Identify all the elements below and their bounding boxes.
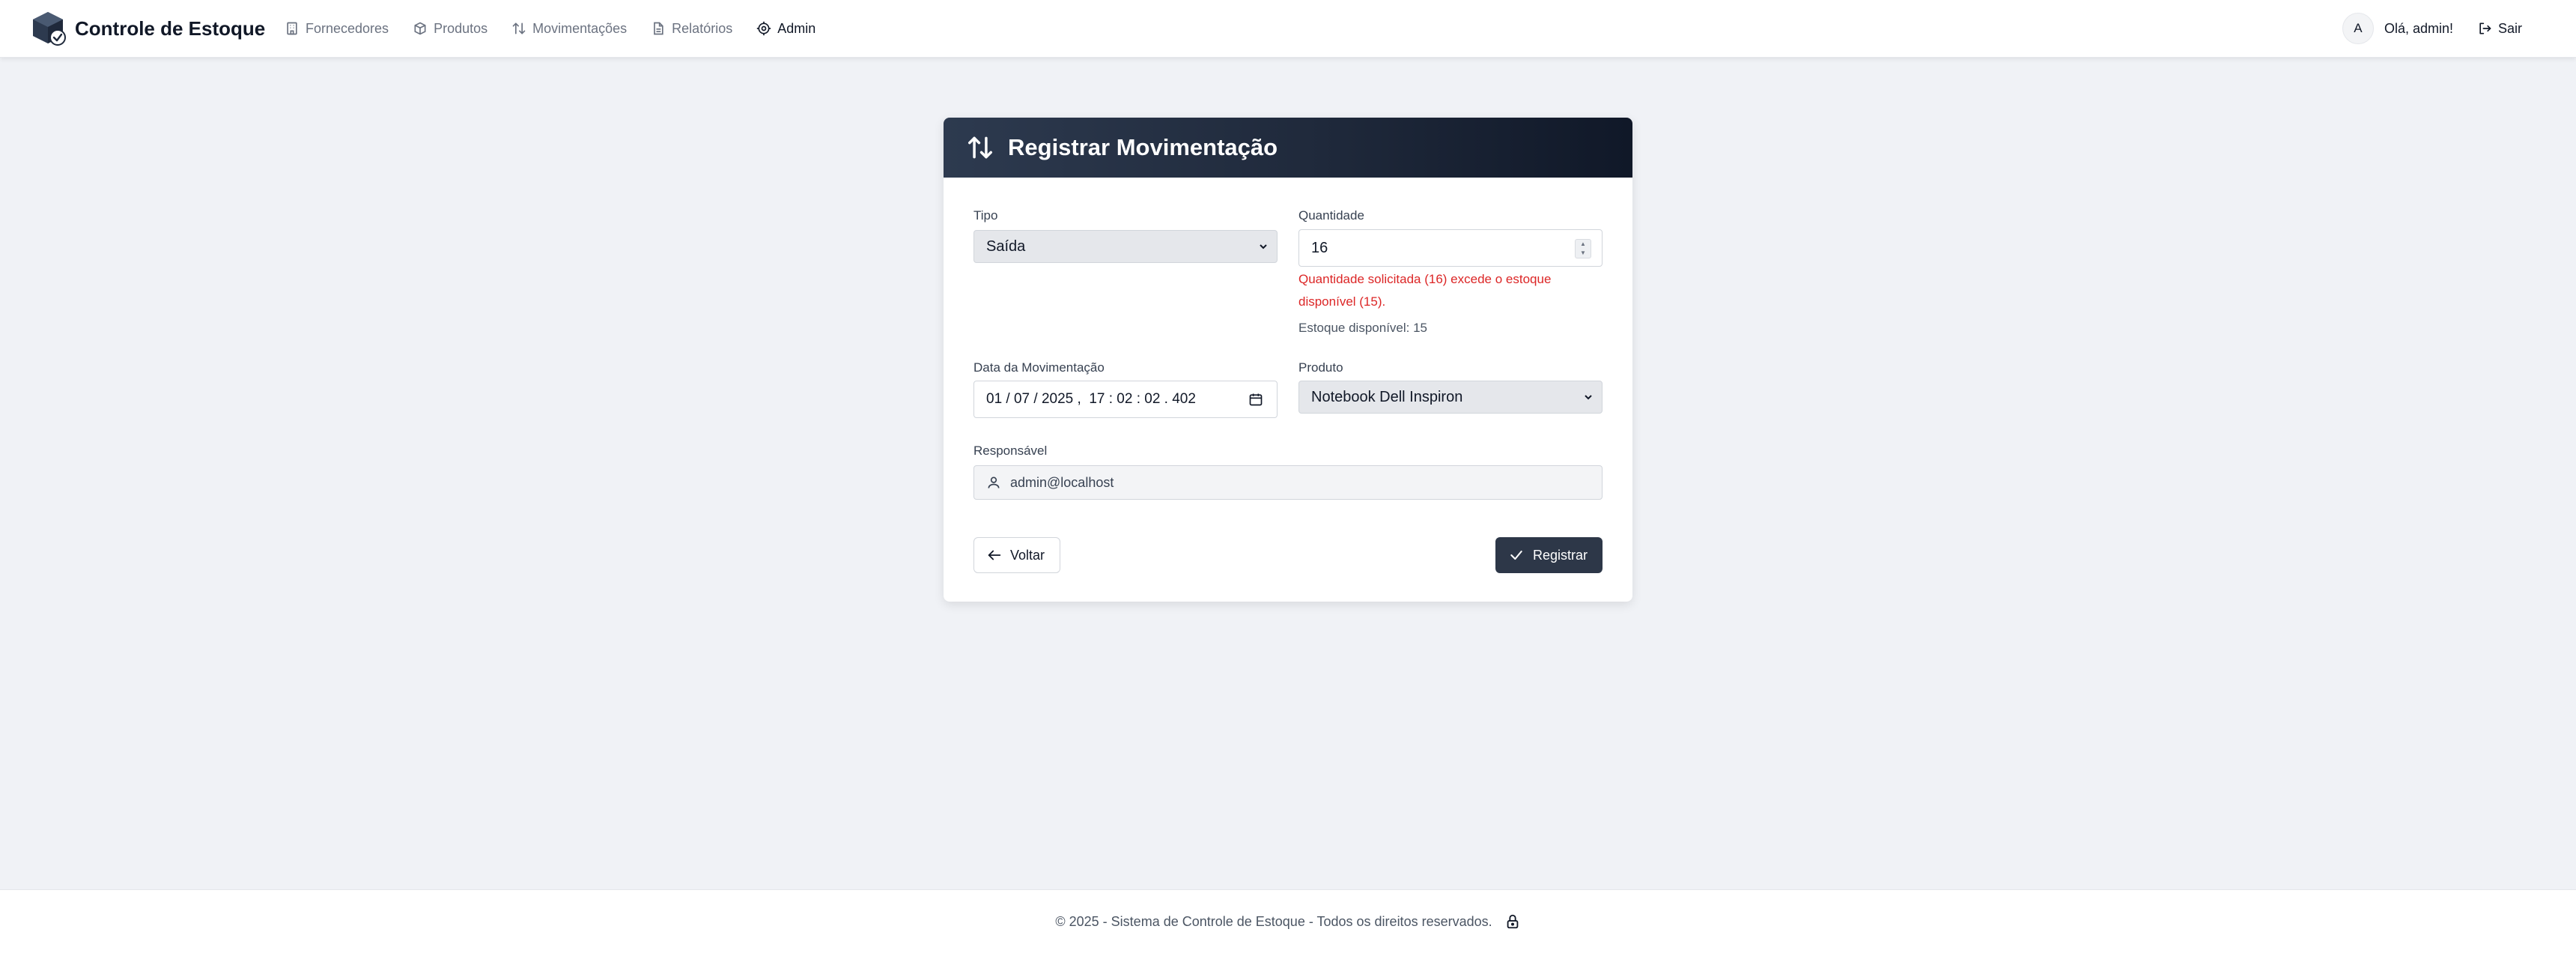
tipo-value: Saída	[986, 238, 1026, 255]
app-title: Controle de Estoque	[75, 16, 266, 40]
logout-icon	[2479, 22, 2491, 34]
nav-item-label: Relatórios	[672, 20, 733, 36]
user-greeting: Olá, admin!	[2384, 20, 2453, 36]
main-nav: Fornecedores Produtos Movimentações Rela…	[285, 0, 839, 57]
cube-logo-icon	[31, 10, 67, 46]
tipo-label: Tipo	[973, 208, 998, 223]
responsavel-field: admin@localhost	[973, 465, 1603, 500]
quantity-stepper[interactable]: ▲ ▼	[1575, 239, 1591, 258]
quantidade-label: Quantidade	[1298, 208, 1364, 223]
document-icon	[654, 22, 663, 35]
building-icon	[287, 22, 297, 35]
stock-info: Estoque disponível: 15	[1298, 321, 1428, 335]
gear-icon	[757, 21, 771, 36]
logout-button[interactable]: Sair	[2477, 21, 2522, 37]
nav-item-admin[interactable]: Admin	[756, 21, 815, 37]
footer-copyright: © 2025 - Sistema de Controle de Estoque …	[1055, 913, 1492, 929]
nav-item-fornecedores[interactable]: Fornecedores	[285, 21, 389, 37]
lock-icon[interactable]	[1504, 913, 1521, 930]
chevron-down-icon	[1585, 395, 1592, 400]
movement-form-card: Registrar Movimentação Tipo Saída Quanti…	[944, 118, 1632, 602]
back-label: Voltar	[1010, 547, 1045, 563]
user-icon	[988, 476, 1000, 488]
nav-item-label: Produtos	[434, 20, 488, 36]
data-label: Data da Movimentação	[973, 360, 1105, 375]
nav-item-label: Fornecedores	[306, 20, 389, 36]
user-area: A Olá, admin! Sair	[2342, 0, 2522, 57]
stepper-up-icon[interactable]: ▲	[1576, 240, 1591, 249]
avatar[interactable]: A	[2342, 13, 2374, 44]
tipo-select[interactable]: Saída	[973, 230, 1278, 263]
check-icon	[1510, 550, 1522, 560]
datetime-input[interactable]: 01 / 07 / 2025 , 17 : 02 : 02 . 402	[973, 381, 1278, 418]
register-button[interactable]: Registrar	[1495, 537, 1603, 573]
produto-select[interactable]: Notebook Dell Inspiron	[1298, 381, 1603, 414]
nav-item-produtos[interactable]: Produtos	[413, 21, 487, 37]
produto-label: Produto	[1298, 360, 1343, 375]
quantidade-input[interactable]: 16 ▲ ▼	[1298, 229, 1603, 267]
responsavel-value: admin@localhost	[1010, 474, 1114, 490]
quantidade-value: 16	[1311, 239, 1328, 256]
top-navbar: Controle de Estoque Fornecedores Produto…	[0, 0, 2576, 58]
logout-label: Sair	[2497, 20, 2522, 36]
chevron-down-icon	[1260, 244, 1267, 249]
quantidade-error: Quantidade solicitada (16) excede o esto…	[1298, 272, 1552, 309]
nav-item-label: Movimentações	[532, 20, 628, 36]
card-header: Registrar Movimentação	[944, 118, 1632, 178]
nav-item-relatorios[interactable]: Relatórios	[651, 21, 732, 37]
arrows-updown-icon	[512, 22, 526, 34]
page-title: Registrar Movimentação	[1008, 134, 1278, 160]
nav-item-movimentacoes[interactable]: Movimentações	[511, 21, 627, 37]
nav-item-label: Admin	[777, 20, 816, 36]
arrows-updown-icon	[968, 136, 992, 159]
stepper-down-icon[interactable]: ▼	[1576, 249, 1591, 258]
responsavel-label: Responsável	[973, 444, 1048, 458]
produto-value: Notebook Dell Inspiron	[1311, 388, 1463, 405]
calendar-icon[interactable]	[1248, 392, 1263, 407]
arrow-left-icon	[988, 550, 1001, 560]
back-button[interactable]: Voltar	[973, 537, 1061, 573]
register-label: Registrar	[1532, 547, 1588, 563]
brand[interactable]: Controle de Estoque	[31, 10, 265, 46]
footer: © 2025 - Sistema de Controle de Estoque …	[0, 889, 2576, 953]
box-icon	[414, 22, 426, 35]
datetime-value: 01 / 07 / 2025 , 17 : 02 : 02 . 402	[986, 391, 1196, 407]
